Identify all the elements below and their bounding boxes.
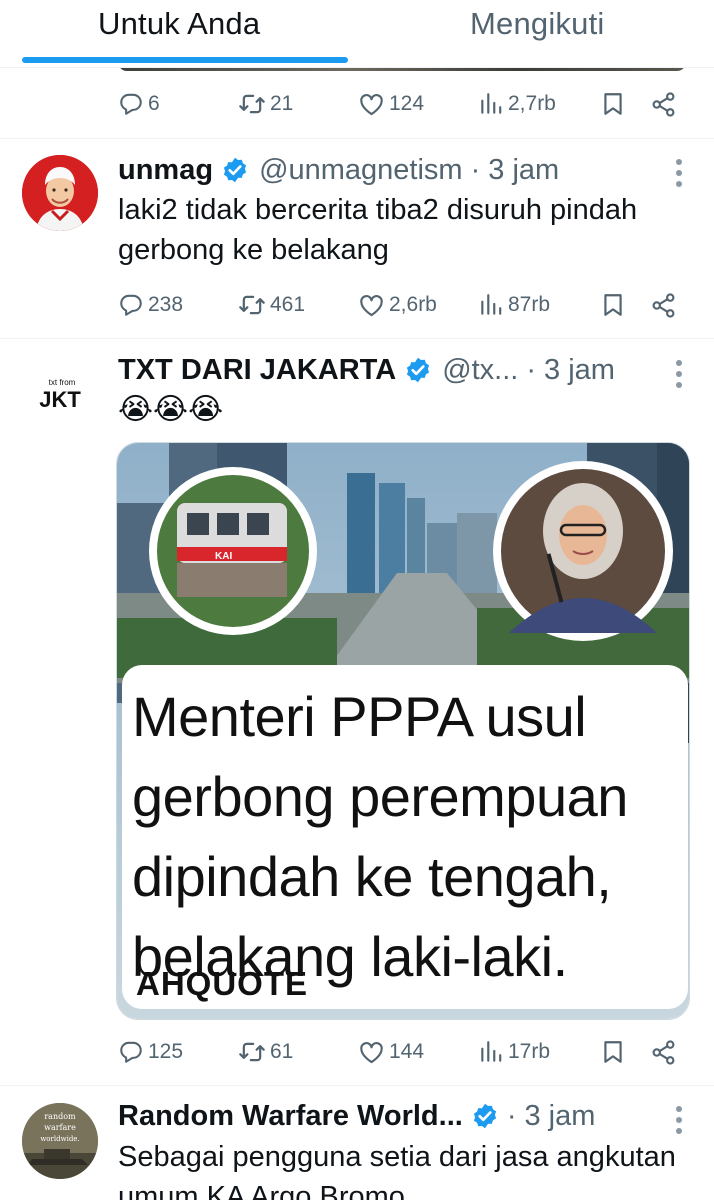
timestamp[interactable]: 3 jam	[544, 354, 615, 387]
bookmark-icon	[600, 1039, 626, 1065]
views-count: 87rb	[508, 293, 551, 316]
tab-for-you[interactable]: Untuk Anda	[98, 6, 260, 42]
bookmark-icon	[600, 292, 626, 318]
tweet-text: 😭😭😭	[118, 393, 224, 426]
share-icon	[650, 91, 677, 118]
retweet-icon	[238, 291, 266, 319]
views-icon	[478, 1039, 504, 1065]
tweet-header: Random Warfare World... · 3 jam	[118, 1096, 595, 1136]
tweet-header: unmag @unmagnetism · 3 jam	[118, 150, 559, 190]
tweet-text: Sebagai pengguna setia dari jasa angkuta…	[118, 1141, 676, 1200]
like-button[interactable]: 144	[358, 1032, 424, 1072]
retweet-count: 21	[270, 92, 294, 115]
bookmark-button[interactable]	[600, 285, 626, 325]
views-button[interactable]: 87rb	[478, 285, 550, 325]
views-button[interactable]: 17rb	[478, 1032, 550, 1072]
retweet-button[interactable]: 21	[238, 84, 293, 124]
tweet-actions: 238 461 2,6rb 87rb	[118, 285, 686, 325]
tweet-media-image[interactable]: KAI Menteri PPPA usul gerbong perempuan …	[116, 442, 690, 1020]
more-icon[interactable]	[676, 159, 684, 187]
more-icon[interactable]	[676, 360, 684, 388]
avatar-text: warfare	[44, 1123, 76, 1132]
media-quote-text: Menteri PPPA usul gerbong perempuan dipi…	[132, 685, 628, 988]
timestamp[interactable]: 3 jam	[525, 1100, 596, 1133]
share-icon	[650, 292, 677, 319]
media-quote-box: Menteri PPPA usul gerbong perempuan dipi…	[122, 665, 688, 1009]
share-button[interactable]	[650, 84, 677, 124]
reply-icon	[118, 91, 144, 117]
verified-icon	[221, 156, 249, 184]
like-icon	[358, 292, 385, 319]
handle[interactable]: @tx...	[442, 354, 518, 387]
bookmark-button[interactable]	[600, 84, 626, 124]
avatar-big-text: JKT	[39, 387, 81, 412]
timestamp[interactable]: 3 jam	[488, 154, 559, 187]
views-count: 2,7rb	[508, 92, 556, 115]
retweet-count: 461	[270, 293, 306, 316]
divider	[0, 1085, 714, 1086]
avatar-image	[22, 155, 98, 231]
display-name[interactable]: unmag	[118, 154, 213, 187]
views-button[interactable]: 2,7rb	[478, 84, 556, 124]
more-icon[interactable]	[676, 1106, 684, 1134]
previous-tweet-actions: 6 21 124 2,7rb	[118, 84, 686, 124]
divider	[0, 338, 714, 339]
media-brand: AHQUOTE	[136, 965, 308, 1002]
like-button[interactable]: 2,6rb	[358, 285, 437, 325]
tweet-text: laki2 tidak bercerita tiba2 disuruh pind…	[118, 194, 638, 266]
avatar-image: random warfare worldwide.	[22, 1103, 98, 1179]
bookmark-button[interactable]	[600, 1032, 626, 1072]
views-icon	[478, 292, 504, 318]
active-tab-indicator	[22, 57, 348, 63]
reply-button[interactable]: 125	[118, 1032, 183, 1072]
separator-dot: ·	[506, 1099, 517, 1132]
like-icon	[358, 91, 385, 118]
avatar[interactable]	[22, 155, 98, 231]
verified-icon	[404, 356, 432, 384]
reply-count: 6	[148, 92, 160, 115]
timeline-tabs: Untuk Anda Mengikuti	[0, 0, 714, 68]
share-button[interactable]	[650, 285, 677, 325]
verified-icon	[471, 1102, 499, 1130]
like-count: 124	[389, 92, 425, 115]
reply-count: 125	[148, 1040, 184, 1063]
reply-button[interactable]: 238	[118, 285, 183, 325]
train-label: KAI	[215, 551, 232, 562]
like-count: 2,6rb	[389, 293, 437, 316]
avatar-text: worldwide.	[40, 1135, 79, 1143]
reply-button[interactable]: 6	[118, 84, 160, 124]
tweet-actions: 125 61 144 17rb	[118, 1032, 686, 1072]
separator-dot: ·	[526, 353, 537, 386]
like-button[interactable]: 124	[358, 84, 424, 124]
avatar-image: txt from JKT	[22, 356, 98, 432]
tab-following[interactable]: Mengikuti	[470, 6, 604, 42]
retweet-count: 61	[270, 1040, 294, 1063]
like-count: 144	[389, 1040, 425, 1063]
display-name[interactable]: TXT DARI JAKARTA	[118, 354, 396, 387]
avatar[interactable]: random warfare worldwide.	[22, 1103, 98, 1179]
avatar-text: random	[44, 1112, 76, 1121]
separator-dot: ·	[470, 153, 481, 186]
retweet-button[interactable]: 461	[238, 285, 305, 325]
handle[interactable]: @unmagnetism	[259, 154, 463, 187]
reply-icon	[118, 292, 144, 318]
like-icon	[358, 1039, 385, 1066]
views-icon	[478, 91, 504, 117]
avatar-small-text: txt from	[49, 378, 76, 387]
retweet-icon	[238, 1038, 266, 1066]
share-icon	[650, 1039, 677, 1066]
avatar[interactable]: txt from JKT	[22, 356, 98, 432]
retweet-icon	[238, 90, 266, 118]
tweet-header: TXT DARI JAKARTA @tx... · 3 jam	[118, 350, 615, 390]
display-name[interactable]: Random Warfare World...	[118, 1100, 463, 1133]
reply-icon	[118, 1039, 144, 1065]
divider	[0, 138, 714, 139]
bookmark-icon	[600, 91, 626, 117]
share-button[interactable]	[650, 1032, 677, 1072]
views-count: 17rb	[508, 1040, 551, 1063]
retweet-button[interactable]: 61	[238, 1032, 293, 1072]
reply-count: 238	[148, 293, 184, 316]
